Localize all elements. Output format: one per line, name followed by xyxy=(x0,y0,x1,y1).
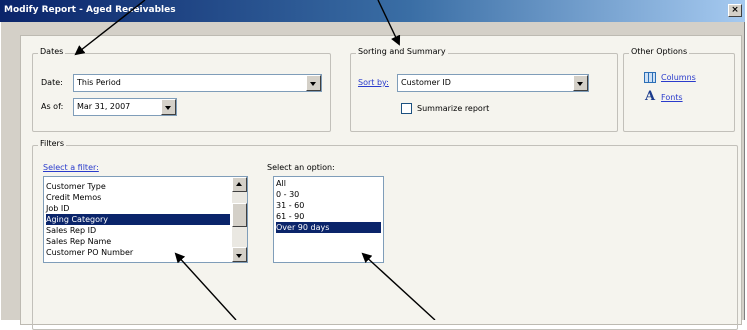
other-options-legend: Other Options xyxy=(629,47,690,56)
option-item[interactable]: 61 - 90 xyxy=(276,211,381,222)
date-label: Date: xyxy=(41,78,63,87)
filter-item-selected[interactable]: Aging Category xyxy=(46,214,230,225)
sortby-value: Customer ID xyxy=(401,78,451,87)
select-option-label: Select an option: xyxy=(267,163,335,172)
other-options-group: Other Options Columns A Fonts xyxy=(623,47,735,132)
option-listbox[interactable]: All 0 - 30 31 - 60 61 - 90 Over 90 days xyxy=(273,176,384,263)
close-button[interactable]: × xyxy=(728,4,742,17)
close-icon: × xyxy=(731,5,739,15)
filter-listbox[interactable]: Customer Type Credit Memos Job ID Aging … xyxy=(43,176,248,263)
filter-item[interactable]: Customer Type xyxy=(46,181,230,192)
chevron-up-icon xyxy=(236,182,242,186)
summarize-label[interactable]: Summarize report xyxy=(417,104,489,113)
asof-date-picker[interactable]: Mar 31, 2007 xyxy=(73,98,177,116)
dates-group: Dates Date: This Period As of: Mar 31, 2… xyxy=(32,47,331,132)
sortby-dropdown-button[interactable] xyxy=(573,75,588,91)
scroll-down-button[interactable] xyxy=(232,247,247,262)
dialog-client-area: Dates Date: This Period As of: Mar 31, 2… xyxy=(0,22,745,330)
chevron-down-icon xyxy=(165,106,171,110)
columns-link[interactable]: Columns xyxy=(661,73,696,82)
sorting-group: Sorting and Summary Sort by: Customer ID… xyxy=(350,47,618,132)
sortby-link[interactable]: Sort by: xyxy=(358,78,389,87)
date-dropdown-button[interactable] xyxy=(306,75,321,91)
title-bar[interactable]: Modify Report - Aged Receivables × xyxy=(0,0,745,22)
filter-item[interactable]: Sales Rep Name xyxy=(46,236,230,247)
filter-item[interactable]: Job ID xyxy=(46,203,230,214)
filter-scrollbar[interactable] xyxy=(232,177,247,262)
option-item[interactable]: 31 - 60 xyxy=(276,200,381,211)
chevron-down-icon xyxy=(236,254,242,258)
date-dropdown[interactable]: This Period xyxy=(73,74,322,92)
fonts-link[interactable]: Fonts xyxy=(661,93,683,102)
modify-report-window: Modify Report - Aged Receivables × Dates… xyxy=(0,0,745,330)
scroll-up-button[interactable] xyxy=(232,177,247,192)
dates-legend: Dates xyxy=(38,47,66,56)
window-title: Modify Report - Aged Receivables xyxy=(4,5,176,15)
filters-group: Filters Select a filter: Customer Type C… xyxy=(32,139,738,330)
chevron-down-icon xyxy=(310,82,316,86)
filter-item[interactable]: Sales Rep ID xyxy=(46,225,230,236)
option-item[interactable]: 0 - 30 xyxy=(276,189,381,200)
option-item[interactable]: All xyxy=(276,178,381,189)
asof-value: Mar 31, 2007 xyxy=(77,102,131,111)
asof-label: As of: xyxy=(41,102,64,111)
chevron-down-icon xyxy=(577,82,583,86)
summarize-checkbox[interactable] xyxy=(401,103,412,114)
filter-item[interactable]: Customer PO Number xyxy=(46,247,230,258)
sorting-legend: Sorting and Summary xyxy=(356,47,448,56)
filter-item[interactable]: Credit Memos xyxy=(46,192,230,203)
select-filter-link[interactable]: Select a filter: xyxy=(43,163,99,172)
columns-icon[interactable] xyxy=(644,72,656,83)
fonts-icon[interactable]: A xyxy=(645,89,655,104)
options-panel: Dates Date: This Period As of: Mar 31, 2… xyxy=(20,35,742,330)
sortby-dropdown[interactable]: Customer ID xyxy=(397,74,589,92)
date-value: This Period xyxy=(77,78,121,87)
scroll-thumb[interactable] xyxy=(232,203,247,227)
asof-dropdown-button[interactable] xyxy=(161,99,176,115)
filters-legend: Filters xyxy=(38,139,66,148)
option-item-selected[interactable]: Over 90 days xyxy=(276,222,381,233)
